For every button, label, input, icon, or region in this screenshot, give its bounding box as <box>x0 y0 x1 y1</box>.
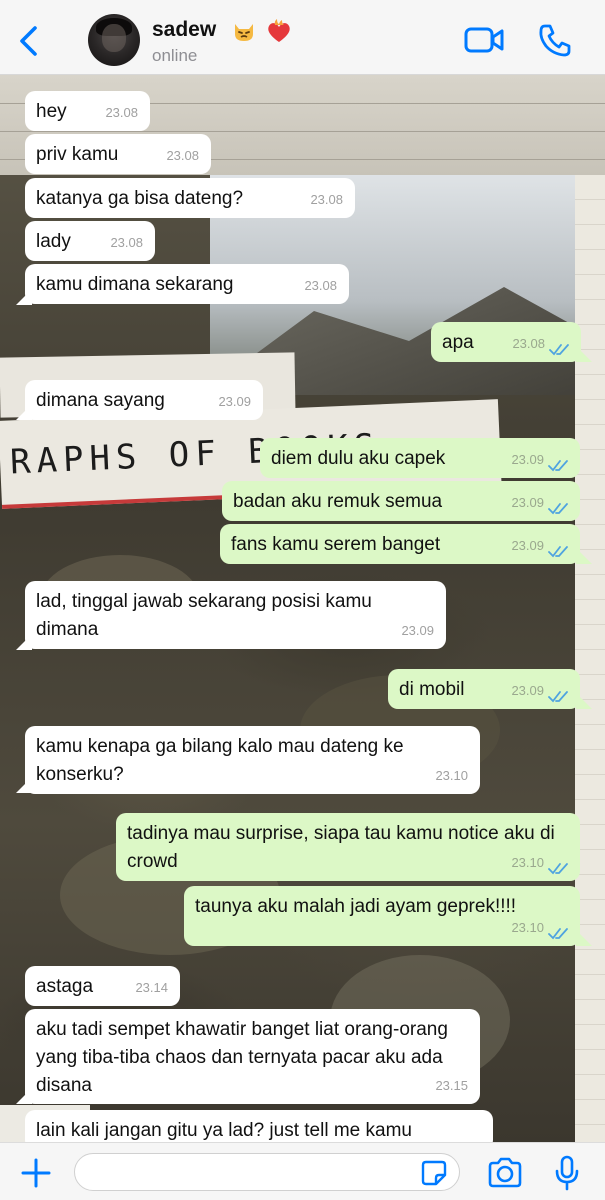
read-ticks-icon <box>548 928 568 940</box>
message-bubble[interactable]: dimana sayang 23.09 <box>25 380 263 420</box>
message-text: astaga <box>36 976 94 997</box>
message-bubble[interactable]: aku tadi sempet khawatir banget liat ora… <box>25 1009 480 1104</box>
heart-on-fire-emoji-icon <box>268 19 290 42</box>
read-ticks-icon <box>548 691 568 703</box>
message-bubble[interactable]: taunya aku malah jadi ayam geprek!!!! 23… <box>184 886 580 946</box>
video-camera-icon <box>464 27 504 53</box>
video-call-button[interactable] <box>464 24 506 56</box>
chat-header: sadew online <box>0 0 605 75</box>
message-time: 23.08 <box>304 278 337 293</box>
read-ticks-icon <box>548 863 568 875</box>
message-text: badan aku remuk semua <box>233 491 443 512</box>
message-time: 23.14 <box>135 980 168 995</box>
message-bubble[interactable]: katanya ga bisa dateng? 23.08 <box>25 178 355 218</box>
sticker-button[interactable] <box>420 1159 448 1187</box>
message-bubble[interactable]: astaga 23.14 <box>25 966 180 1006</box>
read-ticks-icon <box>549 344 569 356</box>
message-time: 23.08 <box>166 148 199 163</box>
message-bubble[interactable]: hey 23.08 <box>25 91 150 131</box>
read-ticks-icon <box>548 503 568 515</box>
message-time: 23.09 <box>511 683 544 698</box>
message-time: 23.09 <box>511 538 544 553</box>
message-text: lad, tinggal jawab sekarang posisi kamu … <box>36 591 372 640</box>
phone-icon <box>539 24 571 57</box>
voice-call-button[interactable] <box>536 22 574 60</box>
message-time: 23.10 <box>511 920 544 935</box>
message-time: 23.08 <box>105 105 138 120</box>
message-bubble[interactable]: di mobil 23.09 <box>388 669 580 709</box>
message-text: di mobil <box>399 679 465 700</box>
message-text: lady <box>36 231 71 252</box>
message-text: aku tadi sempet khawatir banget liat ora… <box>36 1019 448 1096</box>
microphone-icon <box>555 1155 579 1191</box>
message-time: 23.09 <box>511 452 544 467</box>
camera-button[interactable] <box>486 1157 524 1189</box>
message-time: 23.10 <box>435 768 468 783</box>
back-chevron-icon <box>20 26 37 56</box>
wallpaper-notebook-edge <box>575 175 605 1142</box>
message-time: 23.10 <box>511 855 544 870</box>
message-time: 23.15 <box>435 1078 468 1093</box>
message-composer <box>0 1142 605 1200</box>
message-bubble[interactable]: lady 23.08 <box>25 221 155 261</box>
message-input[interactable] <box>74 1153 460 1191</box>
message-time: 23.09 <box>218 394 251 409</box>
pouting-cat-emoji-icon <box>235 24 253 41</box>
back-button[interactable] <box>10 20 50 60</box>
message-bubble[interactable]: apa 23.08 <box>431 322 581 362</box>
message-bubble[interactable]: diem dulu aku capek 23.09 <box>260 438 580 478</box>
message-bubble[interactable]: priv kamu 23.08 <box>25 134 211 174</box>
microphone-button[interactable] <box>554 1155 580 1191</box>
message-text: katanya ga bisa dateng? <box>36 188 244 209</box>
message-text: kamu dimana sekarang <box>36 274 234 295</box>
contact-avatar[interactable] <box>88 14 140 66</box>
message-time: 23.09 <box>401 623 434 638</box>
message-text: apa <box>442 332 474 353</box>
message-text: fans kamu serem banget <box>231 534 441 555</box>
message-time: 23.08 <box>310 192 343 207</box>
sticker-icon <box>421 1160 447 1186</box>
read-ticks-icon <box>548 460 568 472</box>
read-ticks-icon <box>548 546 568 558</box>
message-text: hey <box>36 101 67 122</box>
contact-name[interactable]: sadew <box>152 18 216 42</box>
message-bubble[interactable]: fans kamu serem banget 23.09 <box>220 524 580 564</box>
message-text: kamu kenapa ga bilang kalo mau dateng ke… <box>36 736 404 785</box>
message-bubble[interactable]: lad, tinggal jawab sekarang posisi kamu … <box>25 581 446 649</box>
plus-icon <box>21 1158 51 1188</box>
camera-icon <box>488 1157 522 1188</box>
message-time: 23.08 <box>110 235 143 250</box>
message-text: priv kamu <box>36 144 119 165</box>
message-bubble[interactable]: kamu dimana sekarang 23.08 <box>25 264 349 304</box>
attach-button[interactable] <box>20 1157 52 1189</box>
message-bubble[interactable]: kamu kenapa ga bilang kalo mau dateng ke… <box>25 726 480 794</box>
message-bubble[interactable]: tadinya mau surprise, siapa tau kamu not… <box>116 813 580 881</box>
message-text: lain kali jangan gitu ya lad? just tell … <box>36 1120 412 1141</box>
message-time: 23.08 <box>512 336 545 351</box>
message-text: taunya aku malah jadi ayam geprek!!!! <box>195 896 517 917</box>
message-time: 23.09 <box>511 495 544 510</box>
message-bubble[interactable]: badan aku remuk semua 23.09 <box>222 481 580 521</box>
message-text: dimana sayang <box>36 390 165 411</box>
message-text: tadinya mau surprise, siapa tau kamu not… <box>127 823 555 872</box>
contact-status: online <box>152 46 198 65</box>
message-text: diem dulu aku capek <box>271 448 446 469</box>
